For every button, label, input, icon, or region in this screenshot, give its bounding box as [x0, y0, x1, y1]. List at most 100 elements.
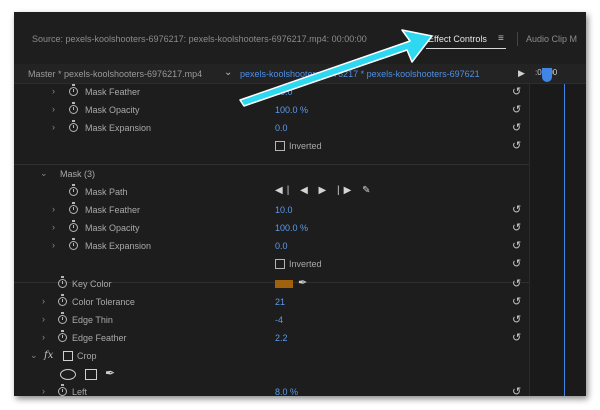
property-label: Key Color [72, 279, 112, 289]
property-value[interactable]: 8.0 % [275, 387, 298, 396]
stopwatch-icon[interactable] [58, 276, 67, 288]
property-label: Mask Expansion [85, 123, 152, 133]
property-value[interactable]: 10.0 [275, 87, 293, 97]
keyframe-timeline[interactable] [529, 84, 586, 396]
twirl-arrow-icon[interactable]: › [52, 86, 55, 96]
source-monitor-tab[interactable]: Source: pexels-koolshooters-6976217: pex… [32, 34, 367, 44]
twirl-arrow-icon[interactable]: › [42, 332, 45, 342]
master-clip-label[interactable]: Master * pexels-koolshooters-6976217.mp4 [28, 69, 202, 79]
mask-3-header[interactable]: ⌄ Mask (3) [14, 166, 529, 184]
property-value[interactable]: 0.0 [275, 241, 288, 251]
property-value[interactable]: 100.0 % [275, 223, 308, 233]
property-row-left: › Left 8.0 % ↺ [14, 384, 529, 396]
mask-path-tracking-controls[interactable]: ◀| ◀ ▶ |▶ ✎ [275, 185, 374, 196]
reset-icon[interactable]: ↺ [512, 385, 521, 396]
stopwatch-icon[interactable] [58, 384, 67, 396]
mask-title: Mask (3) [60, 169, 96, 179]
key-color-swatch[interactable] [275, 280, 293, 288]
playhead-line [564, 84, 565, 396]
effect-row-crop[interactable]: ⌄ fx Crop [14, 348, 529, 366]
sequence-clip-label[interactable]: pexels-koolshooters-6976217 * pexels-koo… [240, 69, 480, 79]
property-value[interactable]: -4 [275, 315, 283, 325]
property-label: Left [72, 387, 88, 396]
twirl-arrow-icon[interactable]: › [52, 104, 55, 114]
property-label: Mask Feather [85, 205, 141, 215]
property-label: Mask Expansion [85, 241, 152, 251]
play-triangle-icon[interactable]: ▶ [518, 68, 525, 79]
inverted-checkbox[interactable] [275, 259, 285, 269]
property-row-inverted: Inverted ↺ [14, 256, 529, 274]
stopwatch-icon[interactable] [69, 238, 78, 250]
eyedropper-icon[interactable]: ✒ [298, 276, 307, 289]
property-value[interactable]: 100.0 % [275, 105, 308, 115]
property-label: Mask Feather [85, 87, 141, 97]
reset-icon[interactable]: ↺ [512, 295, 521, 308]
twirl-arrow-icon[interactable]: › [42, 296, 45, 306]
ellipse-mask-icon[interactable] [60, 369, 76, 380]
clip-header: Master * pexels-koolshooters-6976217.mp4… [14, 64, 586, 84]
property-value[interactable]: 10.0 [275, 205, 293, 215]
chevron-down-icon[interactable]: ⌄ [40, 168, 48, 179]
pen-icon[interactable]: ✒ [105, 366, 115, 380]
playhead-handle[interactable] [542, 68, 552, 82]
property-label: Mask Opacity [85, 223, 140, 233]
chevron-down-icon[interactable]: ⌄ [30, 350, 38, 361]
twirl-arrow-icon[interactable]: › [52, 122, 55, 132]
reset-icon[interactable]: ↺ [512, 139, 521, 152]
effect-properties-list: › Mask Feather 10.0 ↺ › Mask Opacity 100… [14, 84, 529, 396]
effect-controls-tab[interactable]: Effect Controls [428, 34, 487, 44]
reset-icon[interactable]: ↺ [512, 331, 521, 344]
fx-toggle-icon[interactable]: fx [44, 350, 53, 361]
reset-icon[interactable]: ↺ [512, 277, 521, 290]
property-row-edge-thin: › Edge Thin -4 ↺ [14, 312, 529, 330]
property-value[interactable]: 0.0 [275, 123, 288, 133]
stopwatch-icon[interactable] [69, 120, 78, 132]
effect-controls-window: Source: pexels-koolshooters-6976217: pex… [14, 12, 586, 396]
reset-icon[interactable]: ↺ [512, 103, 521, 116]
property-label: Edge Thin [72, 315, 113, 325]
twirl-arrow-icon[interactable]: › [42, 386, 45, 396]
panel-tab-bar: Source: pexels-koolshooters-6976217: pex… [14, 12, 586, 64]
property-value[interactable]: 21 [275, 297, 285, 307]
property-label: Edge Feather [72, 333, 127, 343]
property-row-edge-feather: › Edge Feather 2.2 ↺ [14, 330, 529, 348]
effect-label: Crop [77, 351, 97, 361]
property-row-mask-expansion: › Mask Expansion 0.0 ↺ [14, 238, 529, 256]
property-value[interactable]: 2.2 [275, 333, 288, 343]
reset-icon[interactable]: ↺ [512, 121, 521, 134]
audio-clip-mixer-tab[interactable]: Audio Clip M [526, 34, 577, 44]
property-label: Mask Path [85, 187, 128, 197]
property-row-mask-path: Mask Path ◀| ◀ ▶ |▶ ✎ [14, 184, 529, 202]
reset-icon[interactable]: ↺ [512, 257, 521, 270]
property-row-color-tolerance: › Color Tolerance 21 ↺ [14, 294, 529, 312]
reset-icon[interactable]: ↺ [512, 313, 521, 326]
reset-icon[interactable]: ↺ [512, 239, 521, 252]
twirl-arrow-icon[interactable]: › [52, 222, 55, 232]
stopwatch-icon[interactable] [69, 184, 78, 196]
chevron-down-icon[interactable]: ⌄ [224, 67, 232, 78]
rectangle-mask-icon[interactable] [85, 369, 97, 380]
property-row-mask-opacity: › Mask Opacity 100.0 % ↺ [14, 102, 529, 120]
tab-divider [517, 32, 518, 46]
reset-icon[interactable]: ↺ [512, 85, 521, 98]
twirl-arrow-icon[interactable]: › [42, 314, 45, 324]
divider [14, 164, 529, 165]
stopwatch-icon[interactable] [69, 102, 78, 114]
stopwatch-icon[interactable] [69, 202, 78, 214]
stopwatch-icon[interactable] [58, 312, 67, 324]
inverted-label: Inverted [289, 259, 322, 269]
property-row-key-color: Key Color ✒ ↺ [14, 276, 529, 294]
twirl-arrow-icon[interactable]: › [52, 240, 55, 250]
inverted-label: Inverted [289, 141, 322, 151]
stopwatch-icon[interactable] [69, 84, 78, 96]
stopwatch-icon[interactable] [69, 220, 78, 232]
property-row-inverted: Inverted ↺ [14, 138, 529, 156]
property-row-mask-feather: › Mask Feather 10.0 ↺ [14, 202, 529, 220]
reset-icon[interactable]: ↺ [512, 203, 521, 216]
panel-menu-icon[interactable]: ≡ [498, 33, 504, 44]
stopwatch-icon[interactable] [58, 294, 67, 306]
reset-icon[interactable]: ↺ [512, 221, 521, 234]
stopwatch-icon[interactable] [58, 330, 67, 342]
inverted-checkbox[interactable] [275, 141, 285, 151]
twirl-arrow-icon[interactable]: › [52, 204, 55, 214]
